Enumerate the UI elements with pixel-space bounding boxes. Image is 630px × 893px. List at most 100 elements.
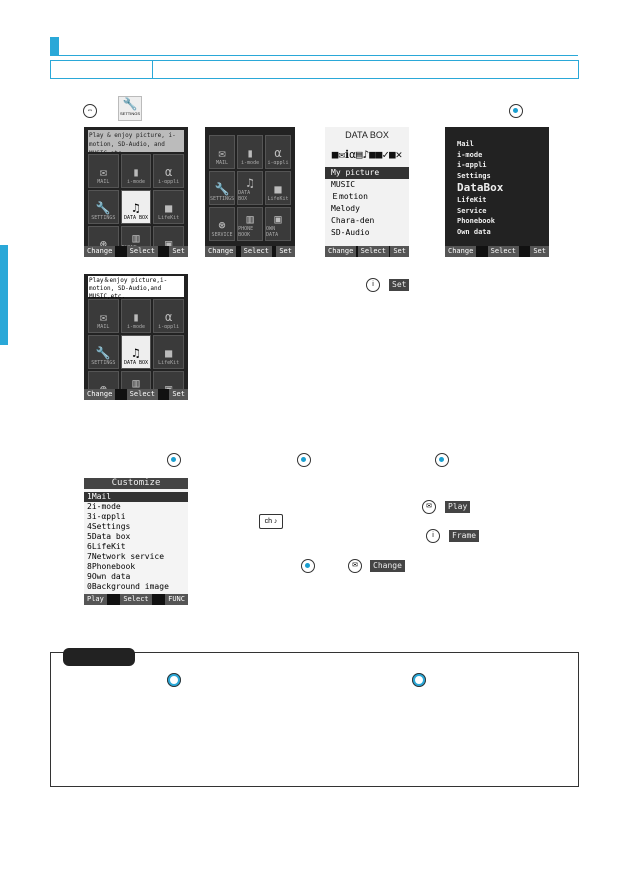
enter-key-icon — [509, 104, 523, 118]
list-item: Settings — [457, 171, 491, 180]
menu-glyph-icon: ♫ — [132, 201, 140, 215]
enter-key-icon — [301, 559, 315, 573]
menu-cell: 🔧 SETTINGS — [88, 335, 119, 369]
list-item: i-mode — [457, 150, 483, 159]
screen-menu-icons: ✉ MAIL ▮ i-mode α i-αppli 🔧 SETTINGS ♫ DATA BOX ■ L… — [205, 127, 295, 257]
menu-glyph-icon: 🔧 — [214, 182, 230, 196]
list-item: 9Own data — [87, 572, 131, 581]
menu-glyph-icon: α — [165, 165, 173, 179]
list-item: 6LifeKit — [87, 542, 126, 551]
list-item: 3i-αppli — [87, 512, 126, 521]
menu-cell: ✉ MAIL — [88, 299, 119, 333]
menu-glyph-icon: ✉ — [99, 310, 107, 324]
menu-cell: ♫ DATA BOX — [120, 335, 152, 369]
menu-cell: ⊛SERVICE — [209, 207, 236, 241]
enter-key-icon — [297, 453, 311, 467]
screen-customize: Customize 1Mail 2i-mode 3i-αppli 4Settings 5… — [84, 478, 188, 605]
list-item: 2i-mode — [87, 502, 121, 511]
menu-glyph-icon: ■ — [274, 182, 282, 196]
list-item: LifeKit — [457, 196, 487, 204]
chapter-tab — [0, 245, 8, 345]
menu-cell: α i-αppli — [153, 154, 184, 188]
list-item: My picture — [325, 167, 409, 179]
menu-cell: ▣OWN DATA — [265, 207, 291, 241]
note-label — [63, 648, 135, 666]
menu-cell: ♫ DATA BOX — [120, 190, 152, 224]
list-item: Service — [457, 206, 487, 215]
menu-cell: ✉ MAIL — [209, 135, 236, 169]
set-softkey: Set — [389, 279, 410, 291]
list-item: MUSIC — [331, 180, 356, 189]
list-item: 0Background image — [87, 582, 169, 591]
heading-marker — [50, 37, 59, 56]
enter-key-icon — [167, 453, 181, 467]
mail-key-icon: ✉ — [422, 500, 436, 514]
menu-glyph-icon: ■ — [165, 346, 173, 360]
settings-icon: 🔧 SETTINGS — [118, 96, 142, 121]
note-box — [50, 652, 579, 787]
info-table — [50, 60, 579, 79]
menu-cell: ▮ i-mode — [120, 154, 152, 188]
screen-menu-selected: Play＆enjoy picture,i-motion, SD-Audio,an… — [84, 274, 188, 400]
list-item: Chara-den — [331, 216, 375, 225]
menu-cell: ▮ i-mode — [237, 135, 264, 169]
list-item: SD-Audio — [331, 228, 370, 237]
manual-page: ⇔ 🔧 SETTINGS Play & enjoy picture, i-moti… — [0, 0, 630, 893]
menu-cell: ■ LifeKit — [153, 335, 184, 369]
list-item: Ｅmotion — [331, 192, 368, 201]
list-item: 1Mail — [84, 492, 188, 502]
menu-cell: ♫ DATA BOX — [237, 171, 264, 205]
list-item: 5Data box — [87, 532, 131, 541]
appli-key-icon: i — [426, 529, 440, 543]
menu-glyph-icon: ▣ — [274, 212, 282, 226]
menu-glyph-icon: ♫ — [132, 346, 140, 360]
list-item: Melody — [331, 204, 360, 213]
menu-cell: 🔧 SETTINGS — [209, 171, 236, 205]
menu-cell: α i-αppli — [153, 299, 184, 333]
menu-cell: ▮ i-mode — [120, 299, 152, 333]
menu-glyph-icon: ✉ — [99, 165, 107, 179]
menu-glyph-icon: α — [165, 310, 173, 324]
heading-rule — [50, 55, 578, 56]
menu-glyph-icon: 🔧 — [95, 346, 111, 360]
menu-glyph-icon: ✉ — [218, 146, 226, 160]
list-item: 8Phonebook — [87, 562, 136, 571]
list-item: DataBox — [457, 181, 504, 194]
screen-menu-banner: Play & enjoy picture, i-motion, SD-Audio… — [84, 127, 188, 257]
play-softkey: Play — [445, 501, 471, 513]
channel-icon: ch ♪ — [259, 514, 283, 529]
menu-glyph-icon: ▮ — [132, 165, 140, 179]
mail-key-icon: ✉ — [348, 559, 362, 573]
menu-glyph-icon: 🔧 — [95, 201, 111, 215]
menu-cell: ■ LifeKit — [265, 171, 291, 205]
menu-cell: α i-αppli — [265, 135, 291, 169]
multi-key-icon — [412, 673, 426, 687]
menu-glyph-icon: ♫ — [246, 176, 254, 190]
list-item: 4Settings — [87, 522, 131, 531]
list-item: 7Network service — [87, 552, 165, 561]
menu-cell: ✉ MAIL — [88, 154, 119, 188]
change-softkey: Change — [370, 560, 405, 572]
list-item: Own data — [457, 227, 491, 236]
screen-data-box: DATA BOX ■✉ℹα▤♪■■✓■✕ My picture MUSIC Ｅmot… — [325, 127, 409, 257]
menu-cell: ▥PHONE BOOK — [237, 207, 264, 241]
menu-cell: ■ LifeKit — [153, 190, 184, 224]
list-item: Mail — [457, 140, 474, 148]
list-item: i-αppli — [457, 161, 487, 169]
multi-key-icon — [167, 673, 181, 687]
menu-glyph-icon: ▥ — [246, 212, 254, 226]
menu-cell: 🔧 SETTINGS — [88, 190, 119, 224]
menu-glyph-icon: ▥ — [132, 231, 140, 245]
frame-softkey: Frame — [449, 530, 480, 542]
screen-text-menu: Mail i-mode i-αppli Settings DataBox LifeKit S… — [445, 127, 549, 257]
menu-key-icon: ⇔ — [83, 104, 97, 118]
menu-glyph-icon: ■ — [165, 201, 173, 215]
menu-glyph-icon: ▮ — [132, 310, 140, 324]
menu-glyph-icon: ⊛ — [218, 218, 226, 232]
enter-key-icon — [435, 453, 449, 467]
appli-key-icon: i — [366, 278, 380, 292]
menu-glyph-icon: α — [274, 146, 282, 160]
menu-glyph-icon: ▮ — [246, 146, 254, 160]
menu-glyph-icon: ▥ — [132, 376, 140, 390]
list-item: Phonebook — [457, 217, 495, 225]
